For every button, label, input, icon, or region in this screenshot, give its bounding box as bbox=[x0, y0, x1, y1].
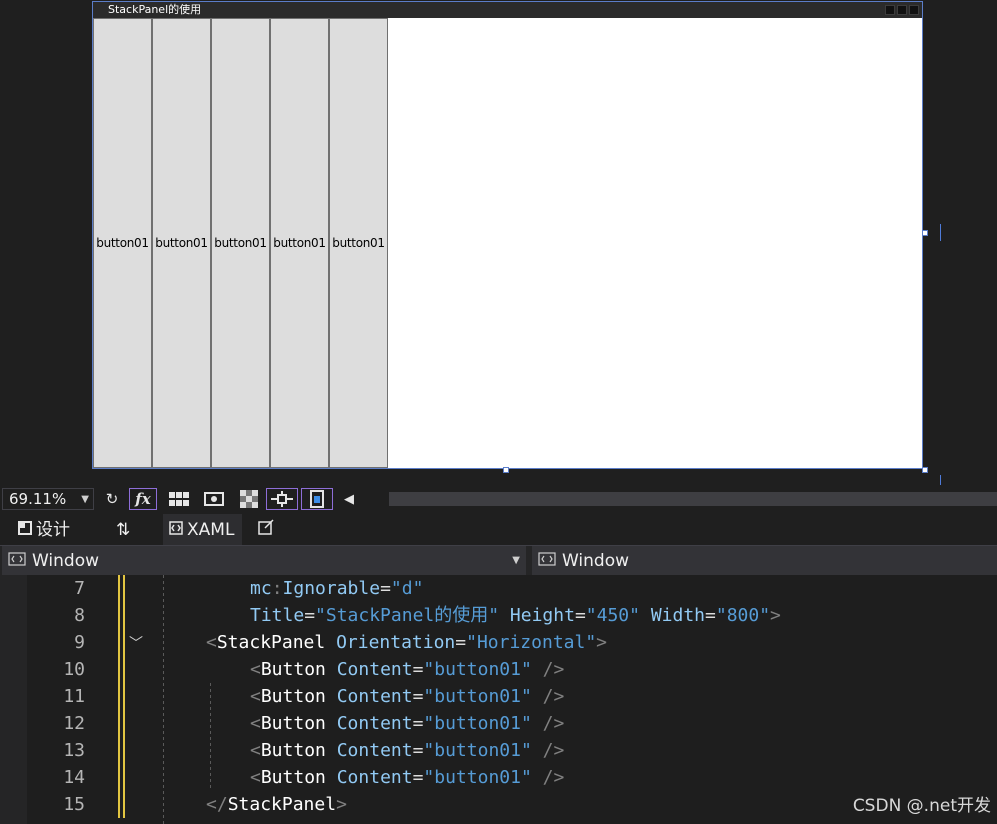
refresh-icon[interactable]: ↻ bbox=[98, 488, 126, 510]
code-text: <Button Content="button01" /> bbox=[250, 767, 565, 788]
view-tabs: 设计 ⇅ XAML bbox=[0, 512, 997, 545]
ruler-marker bbox=[940, 475, 941, 485]
design-surface[interactable]: StackPanel的使用 button01 button01 button01… bbox=[0, 0, 997, 487]
zoom-value: 69.11% bbox=[9, 490, 67, 508]
collapse-chevron-icon[interactable]: ﹀ bbox=[129, 633, 143, 653]
preview-button[interactable]: button01 bbox=[211, 18, 270, 468]
popout-icon bbox=[258, 515, 274, 545]
tab-design-label: 设计 bbox=[36, 519, 70, 540]
preview-button[interactable]: button01 bbox=[270, 18, 329, 468]
fx-icon[interactable]: fx bbox=[129, 488, 157, 510]
line-number: 11 bbox=[63, 686, 85, 707]
line-number: 9 bbox=[74, 632, 85, 653]
resize-handle-corner[interactable] bbox=[922, 467, 928, 473]
resize-handle-bottom[interactable] bbox=[503, 467, 509, 473]
code-line[interactable]: 8 Title="StackPanel的使用" Height="450" Widt… bbox=[0, 602, 997, 629]
watermark: CSDN @.net开发 bbox=[852, 796, 991, 816]
popout-button[interactable] bbox=[258, 514, 274, 545]
scroll-left-icon[interactable]: ◀ bbox=[335, 488, 363, 510]
line-number: 14 bbox=[63, 767, 85, 788]
xaml-navigation-bar: Window ▼ Window bbox=[0, 545, 997, 575]
xaml-icon bbox=[538, 547, 556, 575]
code-line[interactable]: 13 <Button Content="button01" /> bbox=[0, 737, 997, 764]
swap-icon: ⇅ bbox=[116, 519, 131, 540]
device-icon[interactable] bbox=[301, 488, 333, 510]
change-marker bbox=[118, 737, 125, 764]
window-title: StackPanel的使用 bbox=[108, 3, 202, 16]
code-text: <Button Content="button01" /> bbox=[250, 740, 565, 761]
preview-button[interactable]: button01 bbox=[329, 18, 388, 468]
grid-icon[interactable] bbox=[165, 488, 193, 510]
code-line[interactable]: 12 <Button Content="button01" /> bbox=[0, 710, 997, 737]
maximize-icon bbox=[897, 5, 907, 15]
xaml-icon bbox=[8, 547, 26, 575]
code-text: </StackPanel> bbox=[206, 794, 347, 815]
code-line[interactable]: 14 <Button Content="button01" /> bbox=[0, 764, 997, 791]
change-marker bbox=[118, 575, 125, 602]
line-number: 12 bbox=[63, 713, 85, 734]
checker-icon[interactable] bbox=[235, 488, 263, 510]
swap-panes-button[interactable]: ⇅ bbox=[116, 514, 130, 545]
resize-handle-right[interactable] bbox=[922, 230, 928, 236]
change-marker bbox=[118, 764, 125, 791]
wpf-window-preview[interactable]: StackPanel的使用 button01 button01 button01… bbox=[92, 1, 923, 469]
xaml-code-editor[interactable]: 7 mc:Ignorable="d" 8 Title="StackPanel的使用" … bbox=[0, 575, 997, 824]
tab-design[interactable]: 设计 bbox=[18, 514, 70, 545]
code-text: <Button Content="button01" /> bbox=[250, 659, 565, 680]
stackpanel-preview[interactable]: button01 button01 button01 button01 butt… bbox=[93, 18, 388, 468]
chevron-down-icon: ▼ bbox=[512, 554, 520, 566]
snap-icon[interactable] bbox=[200, 488, 228, 510]
change-marker bbox=[118, 602, 125, 629]
window-titlebar: StackPanel的使用 bbox=[93, 2, 922, 18]
preview-button[interactable]: button01 bbox=[93, 18, 152, 468]
tab-xaml-label: XAML bbox=[187, 519, 235, 540]
element-scope-dropdown[interactable]: Window ▼ bbox=[2, 546, 526, 575]
code-line[interactable]: 11 <Button Content="button01" /> bbox=[0, 683, 997, 710]
code-text: <Button Content="button01" /> bbox=[250, 686, 565, 707]
crosshair-icon[interactable] bbox=[266, 488, 298, 510]
code-line[interactable]: 10 <Button Content="button01" /> bbox=[0, 656, 997, 683]
chevron-down-icon: ▼ bbox=[81, 494, 89, 505]
window-client-area: button01 button01 button01 button01 butt… bbox=[93, 18, 922, 468]
line-number: 13 bbox=[63, 740, 85, 761]
line-number: 8 bbox=[74, 605, 85, 626]
element-member-value: Window bbox=[562, 550, 630, 571]
change-marker bbox=[118, 791, 125, 818]
code-line[interactable]: 9 <StackPanel Orientation="Horizontal"> bbox=[0, 629, 997, 656]
line-number: 15 bbox=[63, 794, 85, 815]
code-line[interactable]: 15 </StackPanel> bbox=[0, 791, 997, 818]
horizontal-scrollbar[interactable] bbox=[389, 492, 997, 506]
code-text: <StackPanel Orientation="Horizontal"> bbox=[206, 632, 608, 653]
code-line[interactable]: 7 mc:Ignorable="d" bbox=[0, 575, 997, 602]
change-marker bbox=[118, 710, 125, 737]
code-text: <Button Content="button01" /> bbox=[250, 713, 565, 734]
close-icon bbox=[909, 5, 919, 15]
tab-xaml[interactable]: XAML bbox=[163, 514, 243, 545]
preview-button[interactable]: button01 bbox=[152, 18, 211, 468]
change-marker bbox=[118, 656, 125, 683]
designer-toolbar: 69.11% ▼ ↻ fx ◀ bbox=[0, 487, 997, 512]
minimize-icon bbox=[885, 5, 895, 15]
element-member-dropdown[interactable]: Window bbox=[532, 546, 997, 575]
line-number: 7 bbox=[74, 578, 85, 599]
line-number: 10 bbox=[63, 659, 85, 680]
design-icon bbox=[18, 515, 32, 545]
code-text: mc:Ignorable="d" bbox=[250, 578, 424, 599]
change-marker bbox=[118, 683, 125, 710]
zoom-dropdown[interactable]: 69.11% ▼ bbox=[2, 488, 94, 510]
element-scope-value: Window bbox=[32, 550, 100, 571]
ruler-marker bbox=[940, 224, 941, 241]
change-marker bbox=[118, 629, 125, 656]
xaml-icon bbox=[169, 515, 183, 545]
code-text: Title="StackPanel的使用" Height="450" Width… bbox=[250, 605, 781, 626]
